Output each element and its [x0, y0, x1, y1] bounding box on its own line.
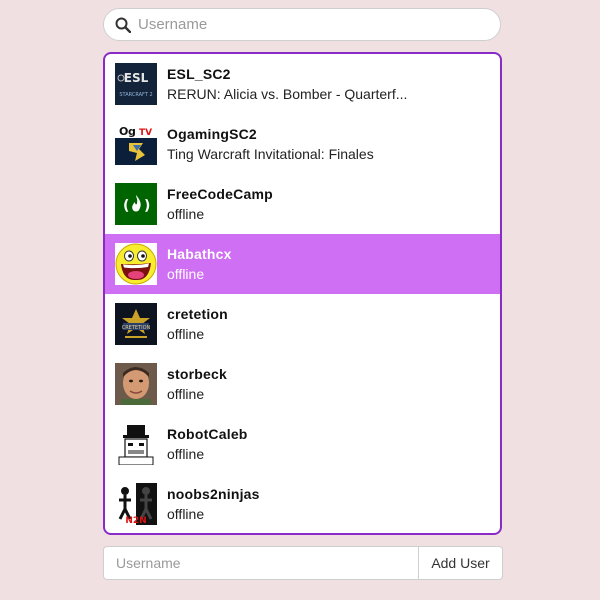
- search-bar[interactable]: [103, 8, 501, 41]
- user-status: offline: [167, 446, 205, 462]
- svg-text:O: O: [119, 125, 128, 138]
- user-status: offline: [167, 506, 205, 522]
- list-item[interactable]: ( ) FreeCodeCamp offline: [105, 174, 500, 234]
- user-name: OgamingSC2: [167, 126, 257, 142]
- user-name: cretetion: [167, 306, 228, 322]
- user-name: RobotCaleb: [167, 426, 248, 442]
- list-item[interactable]: N2N noobs2ninjas offline: [105, 474, 500, 533]
- svg-text:STARCRAFT 2: STARCRAFT 2: [119, 92, 152, 98]
- user-name: ESL_SC2: [167, 66, 231, 82]
- noobs2ninjas-avatar: N2N: [115, 483, 157, 525]
- user-status: offline: [167, 206, 205, 222]
- user-list: ESL STARCRAFT 2 ESL_SC2 RERUN: Alicia vs…: [103, 52, 502, 535]
- user-status: offline: [167, 326, 205, 342]
- user-name: noobs2ninjas: [167, 486, 260, 502]
- search-icon: [115, 17, 131, 33]
- ogaming-avatar: O g TV: [115, 123, 157, 165]
- cretetion-avatar: CRETETION: [115, 303, 157, 345]
- freecodecamp-avatar: ( ): [115, 183, 157, 225]
- list-item[interactable]: O g TV OgamingSC2 Ting Warcraft Invitati…: [105, 114, 500, 174]
- search-input[interactable]: [138, 16, 468, 33]
- add-username-input[interactable]: [104, 547, 418, 579]
- user-status: offline: [167, 386, 205, 402]
- user-status: Ting Warcraft Invitational: Finales: [167, 146, 374, 162]
- svg-text:CRETETION: CRETETION: [122, 325, 151, 331]
- list-item[interactable]: storbeck offline: [105, 354, 500, 414]
- storbeck-photo-avatar: [115, 363, 157, 405]
- svg-text:TV: TV: [139, 128, 152, 138]
- svg-text:N2N: N2N: [125, 516, 146, 525]
- list-item[interactable]: RobotCaleb offline: [105, 414, 500, 474]
- user-status: RERUN: Alicia vs. Bomber - Quarterf...: [167, 86, 408, 102]
- add-user-button[interactable]: Add User: [418, 547, 502, 579]
- svg-text:(: (: [123, 198, 129, 214]
- user-name: storbeck: [167, 366, 227, 382]
- user-status: offline: [167, 266, 205, 282]
- awesome-face-avatar: [115, 243, 157, 285]
- user-name: Habathcx: [167, 246, 232, 262]
- svg-text:ESL: ESL: [124, 71, 149, 85]
- add-user-form: Add User: [103, 546, 503, 580]
- esl-starcraft-avatar: ESL STARCRAFT 2: [115, 63, 157, 105]
- svg-text:g: g: [128, 125, 136, 138]
- list-item[interactable]: Habathcx offline: [105, 234, 500, 294]
- list-item[interactable]: CRETETION cretetion offline: [105, 294, 500, 354]
- user-name: FreeCodeCamp: [167, 186, 273, 202]
- robotcaleb-avatar: [115, 423, 157, 465]
- list-item[interactable]: ESL STARCRAFT 2 ESL_SC2 RERUN: Alicia vs…: [105, 54, 500, 114]
- svg-text:): ): [144, 198, 150, 214]
